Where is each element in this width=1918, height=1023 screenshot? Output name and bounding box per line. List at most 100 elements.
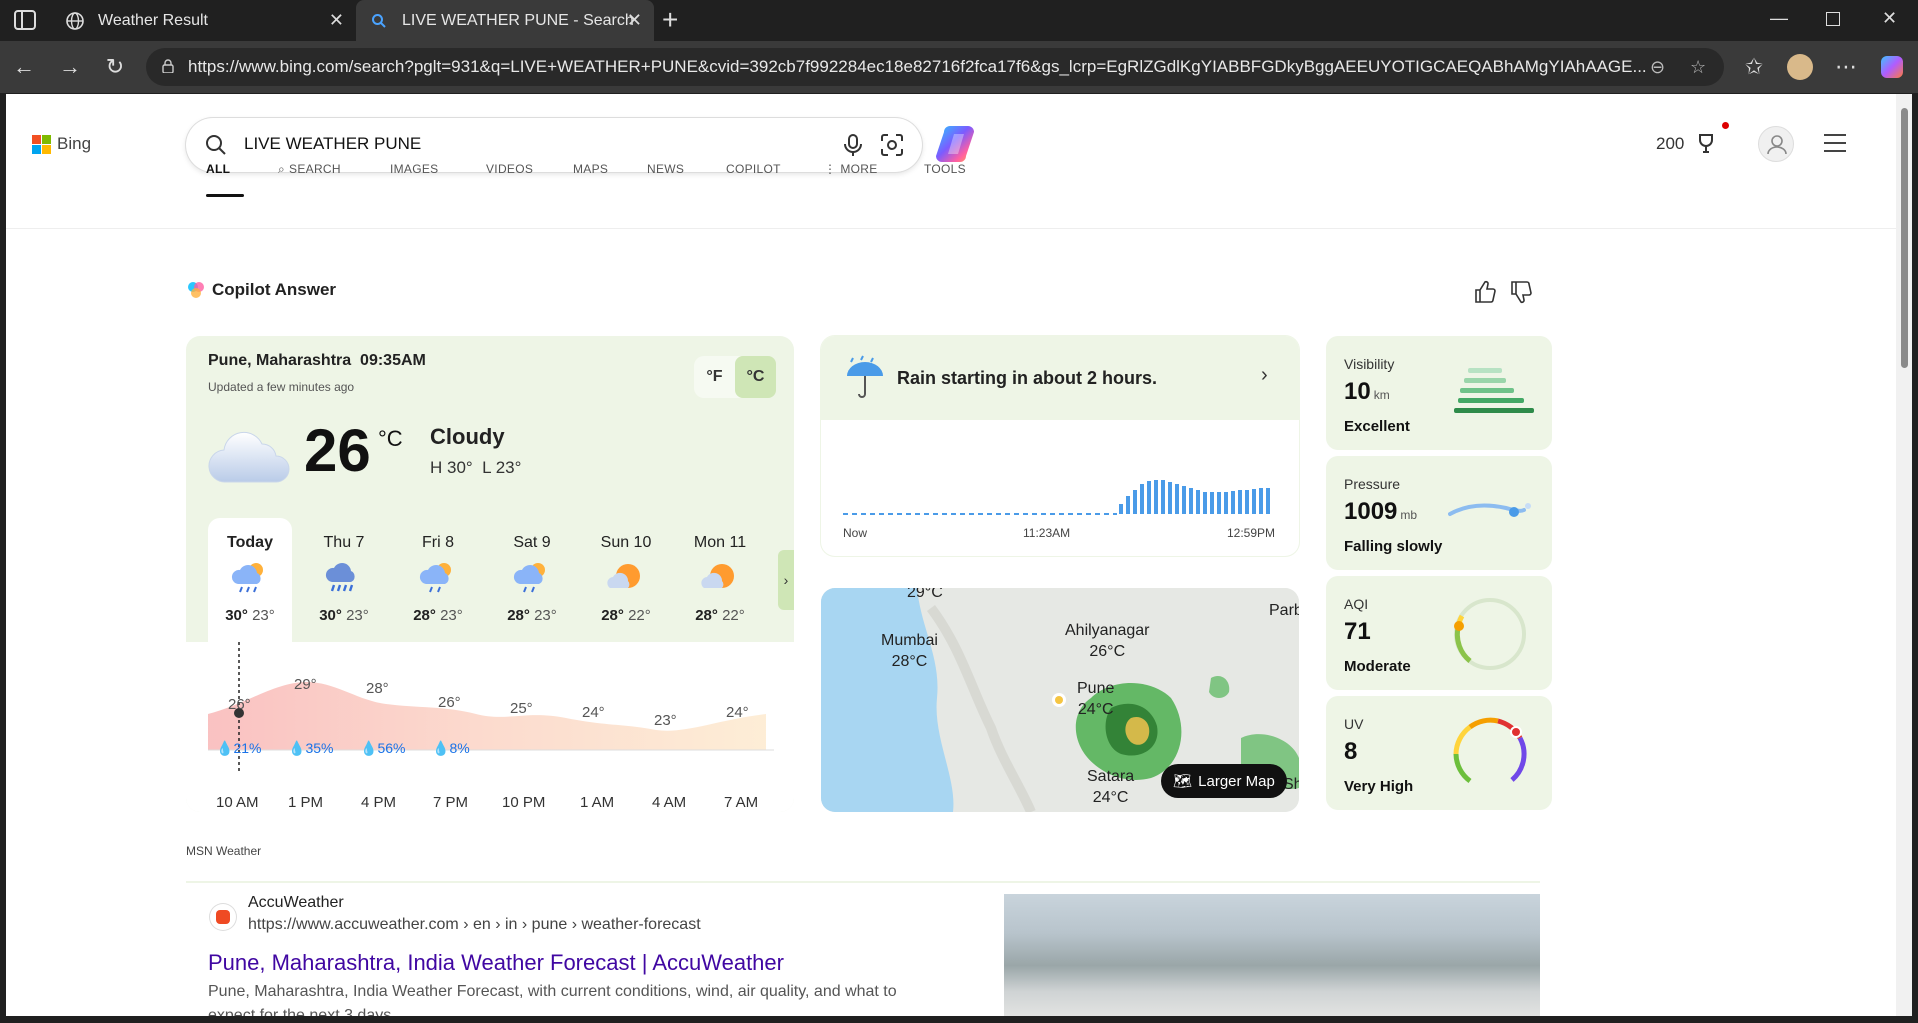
more-options-icon[interactable]: ⋯ (1832, 53, 1860, 81)
forward-arrow-icon[interactable]: → (56, 53, 84, 81)
back-arrow-icon[interactable]: ← (10, 53, 38, 81)
map-city-temp: 26°C (1089, 643, 1126, 660)
day-name: Fri 8 (422, 534, 454, 551)
day-forecast-sun[interactable]: Sun 10 28° 22° (584, 518, 668, 642)
uv-gauge-icon (1453, 717, 1527, 784)
tab-videos[interactable]: VIDEOS (486, 162, 533, 176)
tab-all[interactable]: ALL (206, 162, 230, 176)
profile-avatar[interactable] (1786, 53, 1814, 81)
day-high: 28° (695, 607, 718, 624)
sidebar-toggle-icon[interactable] (14, 10, 36, 30)
tab-more[interactable]: ⋮ MORE (824, 162, 878, 176)
aqi-card[interactable]: AQI 71 Moderate (1326, 576, 1552, 690)
thumbs-down-icon[interactable] (1510, 280, 1532, 304)
map-city-temp: 24°C (1092, 789, 1129, 806)
microphone-icon[interactable] (842, 133, 864, 157)
vertical-dots-icon: ⋮ (824, 162, 837, 176)
next-days-chevron-icon[interactable]: › (778, 550, 794, 610)
day-high: 28° (601, 607, 624, 624)
result-url[interactable]: https://www.accuweather.com › en › in › … (248, 916, 701, 934)
tab-copilot[interactable]: COPILOT (726, 162, 781, 176)
precip-value: 21% (233, 740, 262, 756)
aqi-value: 71 (1344, 618, 1371, 645)
bing-logo[interactable]: Bing (32, 134, 91, 154)
address-bar[interactable]: https://www.bing.com/search?pglt=931&q=L… (146, 48, 1724, 86)
sign-in-avatar[interactable] (1758, 126, 1794, 162)
minimize-icon[interactable]: — (1770, 8, 1788, 29)
search-input[interactable]: LIVE WEATHER PUNE (244, 134, 421, 154)
tab-maps[interactable]: MAPS (573, 162, 608, 176)
heavy-rain-icon (325, 563, 355, 592)
daily-forecast: Today 30° 23° Thu 7 30° 23° Fri 8 28° 23… (208, 518, 768, 642)
rain-time-label: 11:23AM (1023, 526, 1071, 540)
result-site-name[interactable]: AccuWeather (248, 894, 344, 912)
stat-value: 10 km (1344, 378, 1390, 406)
map-city-name: Mumbai (881, 632, 938, 649)
result-thumbnail-image[interactable] (1004, 894, 1540, 1016)
copilot-sidebar-icon[interactable] (1878, 53, 1906, 81)
new-tab-icon[interactable]: + (662, 6, 678, 34)
hamburger-menu-icon[interactable] (1824, 134, 1846, 152)
map-label-mumbai: Mumbai 28°C (881, 630, 938, 672)
url-text: https://www.bing.com/search?pglt=931&q=L… (188, 57, 1647, 76)
result-snippet: Pune, Maharashtra, India Weather Forecas… (208, 983, 897, 1016)
zoom-icon[interactable]: ⊖ (1650, 57, 1665, 78)
tab-images[interactable]: IMAGES (390, 162, 438, 176)
tab-tools[interactable]: TOOLS (924, 162, 966, 176)
rain-cloud-sun-icon (231, 563, 263, 593)
thumbs-up-icon[interactable] (1474, 280, 1496, 304)
search-icon[interactable] (204, 133, 228, 157)
day-forecast-sat[interactable]: Sat 9 28° 23° (490, 518, 574, 642)
pressure-card[interactable]: Pressure 1009 mb Falling slowly (1326, 456, 1552, 570)
larger-map-label: Larger Map (1198, 772, 1275, 790)
weather-map[interactable]: 29°C Ahilyanagar 26°C Parb Mumbai 28°C Pun… (821, 588, 1299, 812)
copilot-icon[interactable] (936, 122, 980, 166)
browser-tab-live-weather-pune[interactable]: LIVE WEATHER PUNE - Search ✕ (356, 0, 654, 41)
rain-cloud-sun-icon (419, 563, 451, 593)
larger-map-button[interactable]: 🗺 Larger Map (1161, 764, 1287, 798)
unit-celsius-button[interactable]: °C (735, 356, 776, 398)
partly-sunny-icon (607, 564, 640, 588)
visual-search-icon[interactable] (880, 133, 904, 157)
chevron-right-icon[interactable]: › (1261, 364, 1268, 387)
unit-toggle[interactable]: °F °C (694, 356, 776, 398)
refresh-icon[interactable]: ↻ (101, 53, 129, 81)
unit-fahrenheit-button[interactable]: °F (694, 356, 735, 398)
lock-icon[interactable] (162, 59, 174, 73)
visibility-card[interactable]: Visibility 10 km Excellent (1326, 336, 1552, 450)
close-window-icon[interactable]: ✕ (1882, 8, 1897, 29)
hourly-precip: 💧56% (360, 740, 406, 756)
favorites-icon[interactable]: ✩ (1740, 53, 1768, 81)
copilot-answer-title: Copilot Answer (186, 280, 336, 300)
aqi-gauge-icon (1454, 598, 1526, 670)
source-label[interactable]: MSN Weather (186, 844, 261, 858)
favorite-star-icon[interactable]: ☆ (1690, 57, 1706, 78)
rain-forecast-card[interactable]: Rain starting in about 2 hours. › Now 11… (821, 336, 1299, 556)
page-scrollbar[interactable] (1896, 94, 1912, 1016)
visibility-unit: km (1373, 388, 1390, 402)
map-label-satara: Satara 24°C (1087, 766, 1134, 808)
day-forecast-mon[interactable]: Mon 11 28° 22° (678, 518, 762, 642)
rewards-counter[interactable]: 200 (1656, 132, 1718, 156)
day-forecast-today[interactable]: Today 30° 23° (208, 518, 292, 642)
day-temps: 30° 23° (302, 607, 386, 624)
hourly-precip: 💧8% (432, 740, 470, 756)
day-forecast-thu[interactable]: Thu 7 30° 23° (302, 518, 386, 642)
close-tab-icon[interactable]: ✕ (627, 10, 642, 30)
uv-card[interactable]: UV 8 Very High (1326, 696, 1552, 810)
browser-tab-weather-result[interactable]: Weather Result ✕ (52, 0, 356, 41)
tab-more-label: MORE (840, 162, 878, 176)
result-title-link[interactable]: Pune, Maharashtra, India Weather Forecas… (208, 950, 784, 976)
close-tab-icon[interactable]: ✕ (329, 10, 344, 30)
current-time: 09:35AM (360, 352, 426, 369)
precip-value: 56% (377, 740, 406, 756)
restore-icon[interactable] (1826, 12, 1840, 26)
tab-news[interactable]: NEWS (647, 162, 684, 176)
tab-search[interactable]: ⌕ SEARCH (278, 162, 341, 177)
map-icon: 🗺 (1173, 773, 1193, 790)
scrollbar-thumb[interactable] (1901, 108, 1908, 368)
day-forecast-fri[interactable]: Fri 8 28° 23° (396, 518, 480, 642)
day-high: 28° (507, 607, 530, 624)
day-low: 23° (252, 607, 275, 624)
bing-page: Bing LIVE WEATHER PUNE 200 ALL ⌕ SEARCH I… (6, 94, 1908, 1016)
